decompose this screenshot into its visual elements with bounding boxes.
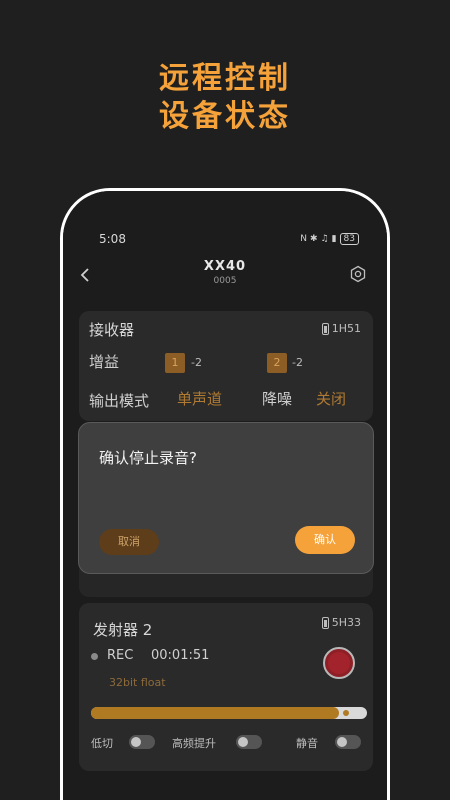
- promo-headline: 远程控制 设备状态: [0, 60, 450, 136]
- battery-icon: [321, 322, 329, 335]
- transmitter-2-battery-text: 5H33: [331, 616, 361, 629]
- receiver-battery-text: 1H51: [331, 322, 361, 335]
- rec-time: 00:01:51: [151, 648, 210, 663]
- treble-boost-label: 高频提升: [172, 737, 216, 750]
- noise-reduction-label: 降噪: [262, 390, 293, 408]
- toggle-knob: [337, 737, 347, 747]
- confirm-button[interactable]: 确认: [295, 526, 355, 554]
- output-mode-label: 输出模式: [89, 392, 150, 410]
- audio-level-meter: [91, 707, 367, 719]
- transmitter-2-battery: 5H33: [321, 616, 361, 629]
- record-stop-button[interactable]: [323, 647, 355, 679]
- status-bar: 5:08 N ✱ ♫ ▮ 83: [99, 231, 359, 247]
- device-name: XX40: [203, 259, 247, 274]
- rec-format: 32bit float: [109, 676, 166, 689]
- sim-icon: ▮: [331, 234, 337, 244]
- status-icons: N ✱ ♫ ▮ 83: [300, 233, 359, 245]
- battery-level: 83: [339, 233, 359, 245]
- output-mode-value[interactable]: 单声道: [177, 388, 222, 409]
- treble-boost-toggle[interactable]: [236, 735, 262, 749]
- battery-icon: [321, 616, 329, 629]
- toggle-knob: [238, 737, 248, 747]
- mute-label: 静音: [296, 737, 318, 750]
- gain-label: 增益: [89, 353, 120, 371]
- receiver-card: 接收器 1H51 增益 1 -2 2 -2 输出模式 单声道 降噪 关闭: [79, 311, 373, 421]
- transmitter-2-title: 发射器 2: [93, 621, 153, 639]
- gear-icon: [350, 265, 366, 283]
- receiver-title: 接收器: [89, 321, 135, 339]
- nfc-icon: N: [300, 234, 307, 244]
- receiver-battery: 1H51: [321, 322, 361, 335]
- rec-label: REC: [107, 648, 134, 663]
- device-code: 0005: [213, 276, 237, 286]
- promo-line-2: 设备状态: [159, 99, 291, 134]
- confirm-stop-dialog: 确认停止录音? 取消 确认: [78, 422, 374, 574]
- mute-bell-icon: ♫: [320, 234, 329, 244]
- status-time: 5:08: [99, 232, 126, 246]
- top-nav: XX40 0005: [63, 255, 387, 291]
- gain-channel-1[interactable]: 1: [165, 353, 185, 373]
- promo-line-1: 远程控制: [159, 61, 291, 96]
- gain-channel-2[interactable]: 2: [267, 353, 287, 373]
- audio-level-peak: [343, 710, 350, 716]
- rec-status-dot: [91, 653, 98, 660]
- low-cut-label: 低切: [91, 737, 113, 750]
- low-cut-toggle[interactable]: [129, 735, 155, 749]
- audio-level-fill: [91, 707, 340, 719]
- bluetooth-icon: ✱: [309, 234, 318, 244]
- gain-value-2: -2: [292, 356, 303, 369]
- gain-value-1: -2: [191, 356, 202, 369]
- toggle-knob: [131, 737, 141, 747]
- noise-reduction-value[interactable]: 关闭: [316, 388, 346, 409]
- dialog-message: 确认停止录音?: [99, 449, 197, 467]
- transmitter-2-card: 发射器 2 5H33 REC 00:01:51 32bit float 低切 高…: [79, 603, 373, 771]
- mute-toggle[interactable]: [335, 735, 361, 749]
- cancel-button[interactable]: 取消: [99, 529, 159, 555]
- settings-button[interactable]: [349, 265, 367, 283]
